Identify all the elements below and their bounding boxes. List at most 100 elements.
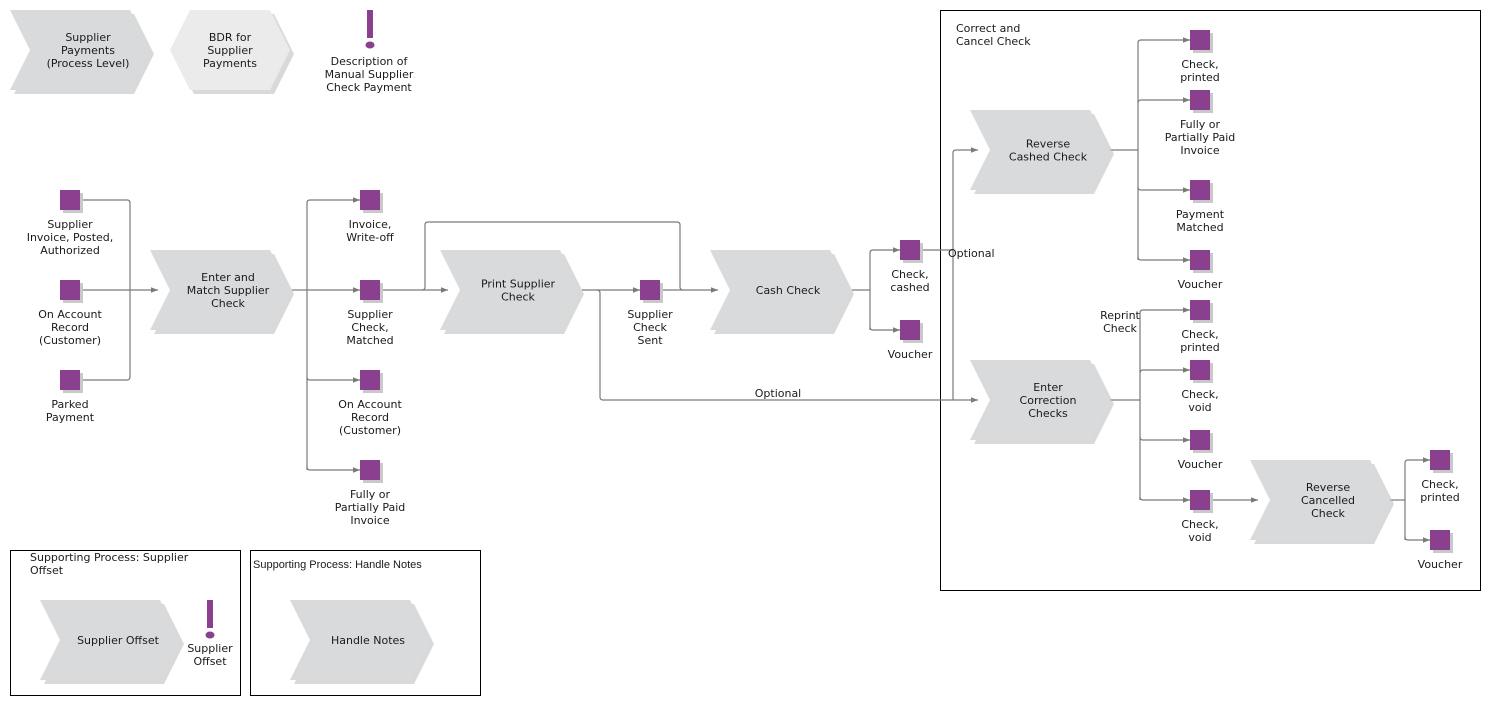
event-rcc-check-printed-label-line: printed [1420, 491, 1460, 504]
description-note-label-line: Manual Supplier [325, 68, 414, 81]
offset-exclamation-icon[interactable] [207, 600, 213, 628]
function-reverse-cashed-label-line: Reverse [1026, 138, 1070, 151]
function-reverse-cancelled-label-line: Check [1311, 507, 1345, 520]
event-parked-payment-label: Parked Payment [46, 398, 95, 424]
event-fully-paid[interactable] [360, 460, 380, 480]
event-rcc-voucher-label-line: Voucher [1418, 558, 1463, 571]
event-ec-voucher[interactable] [1190, 430, 1210, 450]
event-ec-check-void-2-label: Check, void [1181, 518, 1218, 544]
event-check-cashed-label: Check, cashed [890, 268, 929, 294]
event-check-sent[interactable] [640, 280, 660, 300]
connector-to-fully-paid [306, 466, 360, 473]
function-cash-check-label-line: Cash Check [756, 284, 821, 297]
event-check-matched-label: Supplier Check, Matched [346, 308, 393, 347]
event-rc-voucher[interactable] [1190, 250, 1210, 270]
function-enter-correction-label-line: Enter [1033, 381, 1063, 394]
event-rcc-voucher[interactable] [1430, 530, 1450, 550]
supporting-offset-title-line: Supporting Process: Supplier [30, 551, 189, 564]
event-supplier-invoice-label-line: Invoice, Posted, [27, 231, 114, 244]
optional-top-label: Optional [948, 247, 995, 260]
event-invoice-writeoff-label-line: Invoice, [349, 218, 392, 231]
event-check-cashed-label-line: cashed [890, 281, 929, 294]
event-check-sent-label-line: Sent [637, 334, 663, 347]
event-ec-check-void-label-line: Check, [1181, 388, 1218, 401]
function-enter-match-label-line: Enter and [201, 271, 255, 284]
event-cash-voucher-label-line: Voucher [888, 348, 933, 361]
event-fully-paid-label-line: Invoice [350, 514, 390, 527]
process-level-interface-label-line: Supplier [65, 31, 111, 44]
event-cash-voucher[interactable] [900, 320, 920, 340]
event-parked-payment[interactable] [60, 370, 80, 390]
process-diagram: Supplier Payments (Process Level)BDR for Su… [10, 10, 1481, 696]
event-check-sent-label-line: Supplier [627, 308, 673, 321]
offset-note-label-line: Supplier [187, 642, 233, 655]
event-rc-voucher-label-line: Voucher [1178, 278, 1223, 291]
function-print-check-label-line: Print Supplier [481, 278, 556, 291]
exclamation-icon-dot [365, 41, 375, 49]
function-enter-correction-label-line: Checks [1028, 407, 1068, 420]
event-check-matched[interactable] [360, 280, 380, 300]
event-rc-fully-paid[interactable] [1190, 90, 1210, 110]
event-ec-check-void-2[interactable] [1190, 490, 1210, 510]
event-ec-check-void-label: Check, void [1181, 388, 1218, 414]
event-rcc-voucher-label: Voucher [1418, 558, 1463, 571]
offset-note-label-line: Offset [193, 655, 227, 668]
description-note-label: Description of Manual Supplier Check Payme… [325, 55, 414, 94]
event-on-account-output[interactable] [360, 370, 380, 390]
function-supplier-offset-label: Supplier Offset [77, 634, 160, 647]
event-ec-check-printed-label-line: printed [1180, 341, 1220, 354]
bdr-interface-label: BDR for Supplier Payments [203, 31, 257, 70]
event-rc-payment-matched-label-line: Payment [1176, 208, 1225, 221]
event-supplier-invoice-label-line: Authorized [40, 244, 100, 257]
event-on-account-output-label-line: On Account [338, 398, 402, 411]
event-check-cashed[interactable] [900, 240, 920, 260]
event-rc-payment-matched[interactable] [1190, 180, 1210, 200]
event-fully-paid-label-line: Fully or [350, 488, 391, 501]
connector-rcc-voucher [1404, 536, 1430, 543]
correct-cancel-title-line: Cancel Check [956, 35, 1031, 48]
event-rc-check-printed-label-line: Check, [1181, 58, 1218, 71]
connector-to-on-account [306, 376, 360, 383]
event-on-account-input-label-line: (Customer) [39, 334, 101, 347]
event-on-account-output-label-line: Record [351, 411, 389, 424]
event-fully-paid-label: Fully or Partially Paid Invoice [335, 488, 406, 527]
event-on-account-output-label-line: (Customer) [339, 424, 401, 437]
function-enter-match-label-line: Match Supplier [187, 284, 270, 297]
offset-exclamation-icon-dot [205, 631, 215, 639]
event-supplier-invoice-label-line: Supplier [47, 218, 93, 231]
event-check-sent-label: Supplier Check Sent [627, 308, 673, 347]
description-note-label-line: Description of [331, 55, 409, 68]
event-ec-check-printed-label-line: Check, [1181, 328, 1218, 341]
event-ec-check-void[interactable] [1190, 360, 1210, 380]
event-invoice-writeoff[interactable] [360, 190, 380, 210]
event-on-account-input-label: On Account Record (Customer) [38, 308, 102, 347]
function-handle-notes-label-line: Handle Notes [331, 634, 405, 647]
connector-rc-payment-matched [1137, 186, 1190, 193]
description-note-label-line: Check Payment [326, 81, 412, 94]
event-check-matched-label-line: Supplier [347, 308, 393, 321]
event-supplier-invoice[interactable] [60, 190, 80, 210]
event-rc-fully-paid-label-line: Fully or [1180, 118, 1221, 131]
correct-cancel-title-line: Correct and [956, 22, 1020, 35]
event-ec-voucher-label: Voucher [1178, 458, 1223, 471]
exclamation-icon[interactable] [367, 10, 373, 38]
event-ec-check-printed[interactable] [1190, 300, 1210, 320]
event-rc-check-printed-label: Check, printed [1180, 58, 1220, 84]
event-rc-check-printed[interactable] [1190, 30, 1210, 50]
event-rc-check-printed-label-line: printed [1180, 71, 1220, 84]
reprint-check-label: Reprint Check [1100, 309, 1140, 335]
event-check-cashed-label-line: Check, [891, 268, 928, 281]
function-reverse-cancelled-label-line: Reverse [1306, 481, 1350, 494]
event-parked-payment-label-line: Payment [46, 411, 95, 424]
function-reverse-cancelled-label-line: Cancelled [1301, 494, 1355, 507]
connector-ec-check-void-2 [1139, 496, 1190, 503]
event-check-matched-label-line: Check, [351, 321, 388, 334]
event-on-account-input-label-line: On Account [38, 308, 102, 321]
event-invoice-writeoff-label-line: Write-off [346, 231, 394, 244]
function-handle-notes-label: Handle Notes [331, 634, 405, 647]
supporting-offset-title: Supporting Process: Supplier Offset [30, 551, 189, 577]
event-on-account-input[interactable] [60, 280, 80, 300]
connector-rc-fully-paid [1137, 97, 1190, 104]
event-rcc-check-printed[interactable] [1430, 450, 1450, 470]
event-ec-check-printed-label: Check, printed [1180, 328, 1220, 354]
